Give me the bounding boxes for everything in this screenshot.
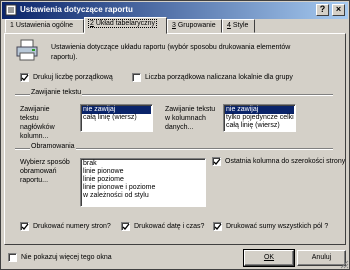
check-icon xyxy=(213,158,221,165)
print-row-number-checkbox[interactable] xyxy=(20,73,29,82)
tab-label: Ustawienia ogólne xyxy=(15,22,74,29)
dont-show-again-checkbox[interactable] xyxy=(8,253,17,262)
local-numbering-label: Liczba porządkowa naliczana lokalnie dla… xyxy=(145,74,293,81)
check-icon xyxy=(214,223,222,230)
ok-label: OK xyxy=(263,254,275,261)
wrap-data-list[interactable]: nie zawijaj tylko pojedyncze celki całą … xyxy=(223,104,296,132)
cancel-label: Anuluj xyxy=(311,254,332,261)
list-item[interactable]: linie pionowe xyxy=(82,168,204,176)
tab-general[interactable]: 1 Ustawienia ogólne xyxy=(5,19,84,33)
panel-description: Ustawienia dotyczące układu raportu (wyb… xyxy=(51,44,291,61)
last-col-full-width-label: Ostatnia kolumna do szerokości strony xyxy=(225,158,346,165)
wrap-data-label: Zawijanie tekstu w kolumnach danych... xyxy=(165,106,216,131)
wrap-headers-label: Zawijanie tekstu nagłówków kolumn... xyxy=(20,106,55,140)
list-item[interactable]: linie poziome xyxy=(82,176,204,184)
list-item[interactable]: nie zawijaj xyxy=(225,106,294,114)
border-section-title: Obramowania xyxy=(30,143,76,150)
tab-label: Grupowanie xyxy=(177,22,216,29)
print-totals-label: Drukować sumy wszystkich pól ? xyxy=(226,223,329,230)
check-icon xyxy=(21,74,29,81)
last-col-full-width-checkbox[interactable] xyxy=(212,157,221,166)
print-page-numbers-checkbox[interactable] xyxy=(20,222,29,231)
printer-icon xyxy=(16,39,38,61)
list-item[interactable]: całą linię (wiersz) xyxy=(225,122,294,130)
tab-label: Układ tabelaryczny xyxy=(95,20,155,27)
list-item[interactable]: tylko pojedyncze celki xyxy=(225,114,294,122)
app-icon xyxy=(5,4,17,16)
list-item[interactable]: brak xyxy=(82,160,204,168)
print-page-numbers-label: Drukować numery stron? xyxy=(33,223,111,230)
dont-show-again-label: Nie pokazuj więcej tego okna xyxy=(21,254,112,261)
tab-label: Style xyxy=(232,22,249,29)
ok-button[interactable]: OK xyxy=(243,249,295,267)
list-item[interactable]: nie zawijaj xyxy=(82,106,151,114)
resize-grip-icon[interactable] xyxy=(339,259,349,269)
list-item[interactable]: całą linię (wiersz) xyxy=(82,114,151,122)
window-title: Ustawienia dotyczące raportu xyxy=(20,5,133,14)
border-list[interactable]: brak linie pionowe linie poziome linie p… xyxy=(80,158,206,207)
tab-number: 3 xyxy=(172,22,176,29)
tab-number: 2 xyxy=(90,20,94,27)
tab-style[interactable]: 4 Style xyxy=(222,19,255,33)
check-icon xyxy=(122,223,130,230)
close-button[interactable]: × xyxy=(332,4,345,16)
tab-number: 1 xyxy=(10,22,14,29)
wrap-section-title: Zawijanie tekstu xyxy=(30,89,83,96)
list-item[interactable]: linie pionowe i poziome xyxy=(82,184,204,192)
print-date-time-label: Drukować datę i czas? xyxy=(134,223,205,230)
list-item[interactable]: w zależności od stylu xyxy=(82,192,204,200)
title-bar[interactable]: Ustawienia dotyczące raportu ? × xyxy=(2,2,348,19)
check-icon xyxy=(21,223,29,230)
print-row-number-label: Drukuj liczbę porządkową xyxy=(33,74,113,81)
tab-grouping[interactable]: 3 Grupowanie xyxy=(167,19,222,33)
border-label: Wybierz sposób obramowań raportu... xyxy=(20,159,70,184)
help-button[interactable]: ? xyxy=(316,4,329,16)
print-date-time-checkbox[interactable] xyxy=(121,222,130,231)
print-totals-checkbox[interactable] xyxy=(213,222,222,231)
report-settings-dialog: Ustawienia dotyczące raportu ? × 1 Ustaw… xyxy=(0,0,350,270)
wrap-headers-list[interactable]: nie zawijaj całą linię (wiersz) xyxy=(80,104,153,132)
local-numbering-checkbox[interactable] xyxy=(132,73,141,82)
tab-table-layout[interactable]: 2 Układ tabelaryczny xyxy=(84,17,167,34)
tab-number: 4 xyxy=(227,22,231,29)
